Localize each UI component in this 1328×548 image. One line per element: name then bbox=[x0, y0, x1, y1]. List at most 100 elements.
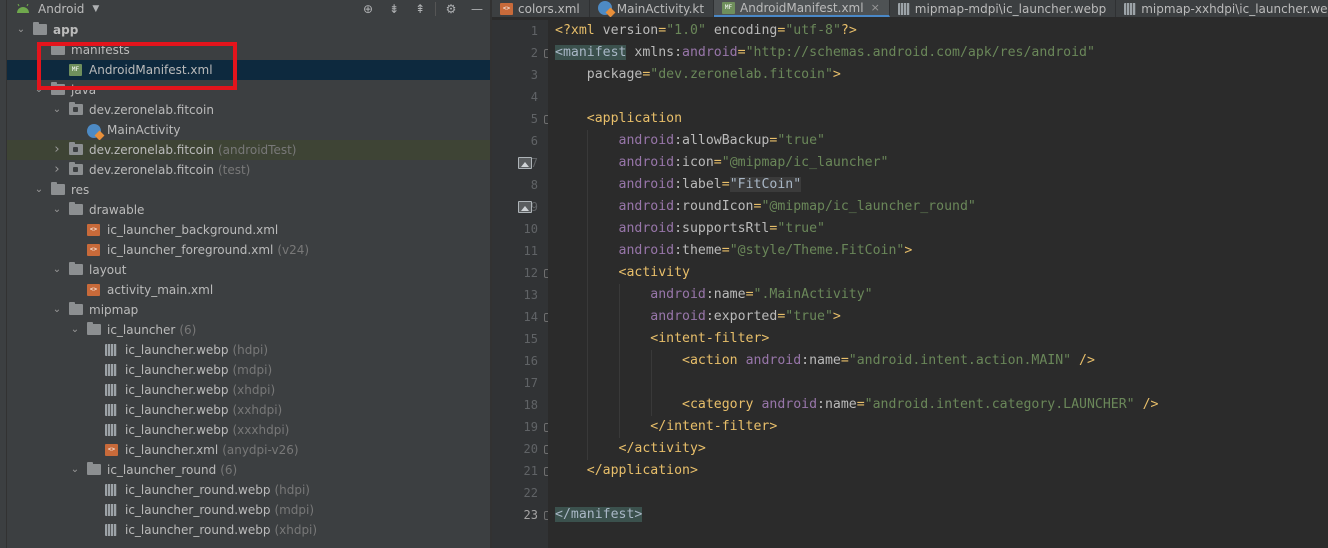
code-token: :allowBackup bbox=[674, 133, 770, 148]
chevron-down-icon[interactable]: ⌄ bbox=[51, 300, 63, 320]
chevron-down-icon[interactable]: ⌄ bbox=[33, 180, 45, 200]
expand-all-icon[interactable]: ⇟ bbox=[381, 2, 407, 16]
code-token: = bbox=[737, 45, 746, 60]
tree-row[interactable]: › dev.zeronelab.fitcoin (test) bbox=[7, 160, 490, 180]
tree-row[interactable]: › dev.zeronelab.fitcoin (androidTest) bbox=[7, 140, 490, 160]
tree-item-qualifier: (xxxhdpi) bbox=[232, 423, 290, 437]
code-token: "android.intent.category.LAUNCHER" bbox=[864, 397, 1143, 412]
tree-row[interactable]: ic_launcher_round.webp (xhdpi) bbox=[7, 520, 490, 540]
tree-row[interactable]: ⌄ app bbox=[7, 20, 490, 40]
tree-row[interactable]: <> ic_launcher_foreground.xml (v24) bbox=[7, 240, 490, 260]
tree-row[interactable]: ⌄ dev.zeronelab.fitcoin bbox=[7, 100, 490, 120]
tree-row[interactable]: ⌄ ic_launcher (6) bbox=[7, 320, 490, 340]
code-editor[interactable]: <?xml version="1.0" encoding="utf-8"?> <m… bbox=[548, 20, 1328, 548]
tree-row[interactable]: ic_launcher_round.webp (mdpi) bbox=[7, 500, 490, 520]
code-token: ".MainActivity" bbox=[753, 287, 873, 302]
chevron-down-icon[interactable]: ⌄ bbox=[33, 80, 45, 100]
chevron-down-icon[interactable]: ⌄ bbox=[33, 40, 45, 60]
package-icon bbox=[69, 142, 83, 155]
code-token: ?> bbox=[840, 23, 857, 38]
tree-row[interactable]: ⌄ drawable bbox=[7, 200, 490, 220]
chevron-down-icon[interactable]: ⌄ bbox=[51, 100, 63, 120]
line-number: 16 bbox=[523, 354, 538, 368]
code-token: :label bbox=[674, 177, 722, 192]
tree-row-label: ic_launcher (6) bbox=[107, 320, 196, 340]
tree-row[interactable]: <> activity_main.xml bbox=[7, 280, 490, 300]
tree-row[interactable]: <> ic_launcher_background.xml bbox=[7, 220, 490, 240]
tree-item-name: app bbox=[53, 23, 79, 37]
image-preview-icon[interactable] bbox=[518, 157, 532, 169]
locate-icon[interactable]: ⊕ bbox=[355, 2, 381, 16]
collapse-all-icon[interactable]: ⇞ bbox=[407, 2, 433, 16]
tree-row-label: ic_launcher.webp (xhdpi) bbox=[125, 380, 275, 400]
editor-tab[interactable]: mipmap-mdpi\ic_launcher.webp bbox=[890, 0, 1117, 17]
tree-item-name: dev.zeronelab.fitcoin bbox=[89, 143, 214, 157]
tree-row-label: ic_launcher.webp (hdpi) bbox=[125, 340, 268, 360]
editor-tab[interactable]: MainActivity.kt bbox=[590, 0, 715, 17]
code-token: "@style/Theme.FitCoin" bbox=[729, 243, 905, 258]
code-token: /> bbox=[1142, 397, 1159, 412]
chevron-down-icon[interactable]: ⌄ bbox=[51, 260, 63, 280]
tree-row[interactable]: <> ic_launcher.xml (anydpi-v26) bbox=[7, 440, 490, 460]
tree-item-qualifier: (6) bbox=[179, 323, 197, 337]
tree-row[interactable]: ic_launcher.webp (xxhdpi) bbox=[7, 400, 490, 420]
tree-row-label: dev.zeronelab.fitcoin (androidTest) bbox=[89, 140, 296, 160]
project-view-selector[interactable]: Android bbox=[38, 2, 84, 16]
chevron-down-icon[interactable]: ⌄ bbox=[69, 460, 81, 480]
tree-row[interactable]: ic_launcher.webp (xhdpi) bbox=[7, 380, 490, 400]
line-number: 19 bbox=[523, 420, 538, 434]
chevron-down-icon[interactable]: ⌄ bbox=[15, 20, 27, 40]
chevron-down-icon[interactable]: ⌄ bbox=[51, 200, 63, 220]
code-token: android bbox=[555, 155, 675, 170]
hide-icon[interactable]: — bbox=[464, 2, 490, 16]
code-token: "@mipmap/ic_launcher_round" bbox=[761, 199, 976, 214]
code-token: /> bbox=[1079, 353, 1095, 368]
tree-row[interactable]: MainActivity bbox=[7, 120, 490, 140]
tree-item-name: ic_launcher_round bbox=[107, 463, 217, 477]
editor-tab[interactable]: MF AndroidManifest.xml × bbox=[714, 0, 890, 17]
close-icon[interactable]: × bbox=[871, 0, 880, 16]
editor-tab[interactable]: <> colors.xml bbox=[492, 0, 590, 17]
code-line: <activity bbox=[555, 262, 690, 284]
image-file-icon bbox=[105, 524, 117, 536]
chevron-down-icon[interactable]: ⌄ bbox=[69, 320, 81, 340]
code-token: android bbox=[761, 397, 818, 412]
tree-row[interactable]: ⌄ ic_launcher_round (6) bbox=[7, 460, 490, 480]
folder-icon bbox=[87, 462, 101, 475]
image-preview-icon[interactable] bbox=[518, 201, 532, 213]
code-token: :supportsRtl bbox=[674, 221, 770, 236]
chevron-down-icon[interactable]: ▼ bbox=[92, 4, 99, 14]
tree-item-name: dev.zeronelab.fitcoin bbox=[89, 163, 214, 177]
tree-item-name: mipmap bbox=[89, 303, 139, 317]
tree-row[interactable]: MF AndroidManifest.xml bbox=[7, 60, 490, 80]
tree-row[interactable]: ⌄ mipmap bbox=[7, 300, 490, 320]
tree-item-name: ic_launcher bbox=[107, 323, 176, 337]
tree-row[interactable]: ic_launcher_round.webp (hdpi) bbox=[7, 480, 490, 500]
line-number: 18 bbox=[523, 398, 538, 412]
gear-icon[interactable]: ⚙ bbox=[438, 2, 464, 16]
tree-row[interactable]: ic_launcher.webp (xxxhdpi) bbox=[7, 420, 490, 440]
xml-file-icon: <> bbox=[105, 444, 118, 456]
tree-row[interactable]: ⌄ java bbox=[7, 80, 490, 100]
tree-row[interactable]: ⌄ res bbox=[7, 180, 490, 200]
code-line: android:icon="@mipmap/ic_launcher" bbox=[555, 152, 889, 174]
tree-row[interactable]: ic_launcher.webp (hdpi) bbox=[7, 340, 490, 360]
tree-row[interactable]: ic_launcher.webp (mdpi) bbox=[7, 360, 490, 380]
tree-item-qualifier: (xhdpi) bbox=[232, 383, 276, 397]
chevron-right-icon[interactable]: › bbox=[51, 160, 63, 180]
code-token: :theme bbox=[674, 243, 722, 258]
folder-icon bbox=[51, 82, 65, 95]
code-token: xmlns: bbox=[626, 45, 683, 60]
tree-row[interactable]: ⌄ manifests bbox=[7, 40, 490, 60]
tree-item-name: java bbox=[71, 83, 97, 97]
chevron-right-icon[interactable]: › bbox=[51, 140, 63, 160]
tree-item-name: ic_launcher_background.xml bbox=[107, 223, 279, 237]
tree-row[interactable]: ⌄ layout bbox=[7, 260, 490, 280]
tree-item-name: ic_launcher.webp bbox=[125, 343, 229, 357]
code-token: <category bbox=[555, 397, 762, 412]
line-number: 8 bbox=[530, 178, 538, 192]
tree-row-label: activity_main.xml bbox=[107, 280, 213, 300]
android-icon bbox=[15, 2, 31, 16]
tree-row-label: ic_launcher_round.webp (xhdpi) bbox=[125, 520, 317, 540]
editor-tab[interactable]: mipmap-xxhdpi\ic_launcher.webp bbox=[1116, 0, 1328, 17]
